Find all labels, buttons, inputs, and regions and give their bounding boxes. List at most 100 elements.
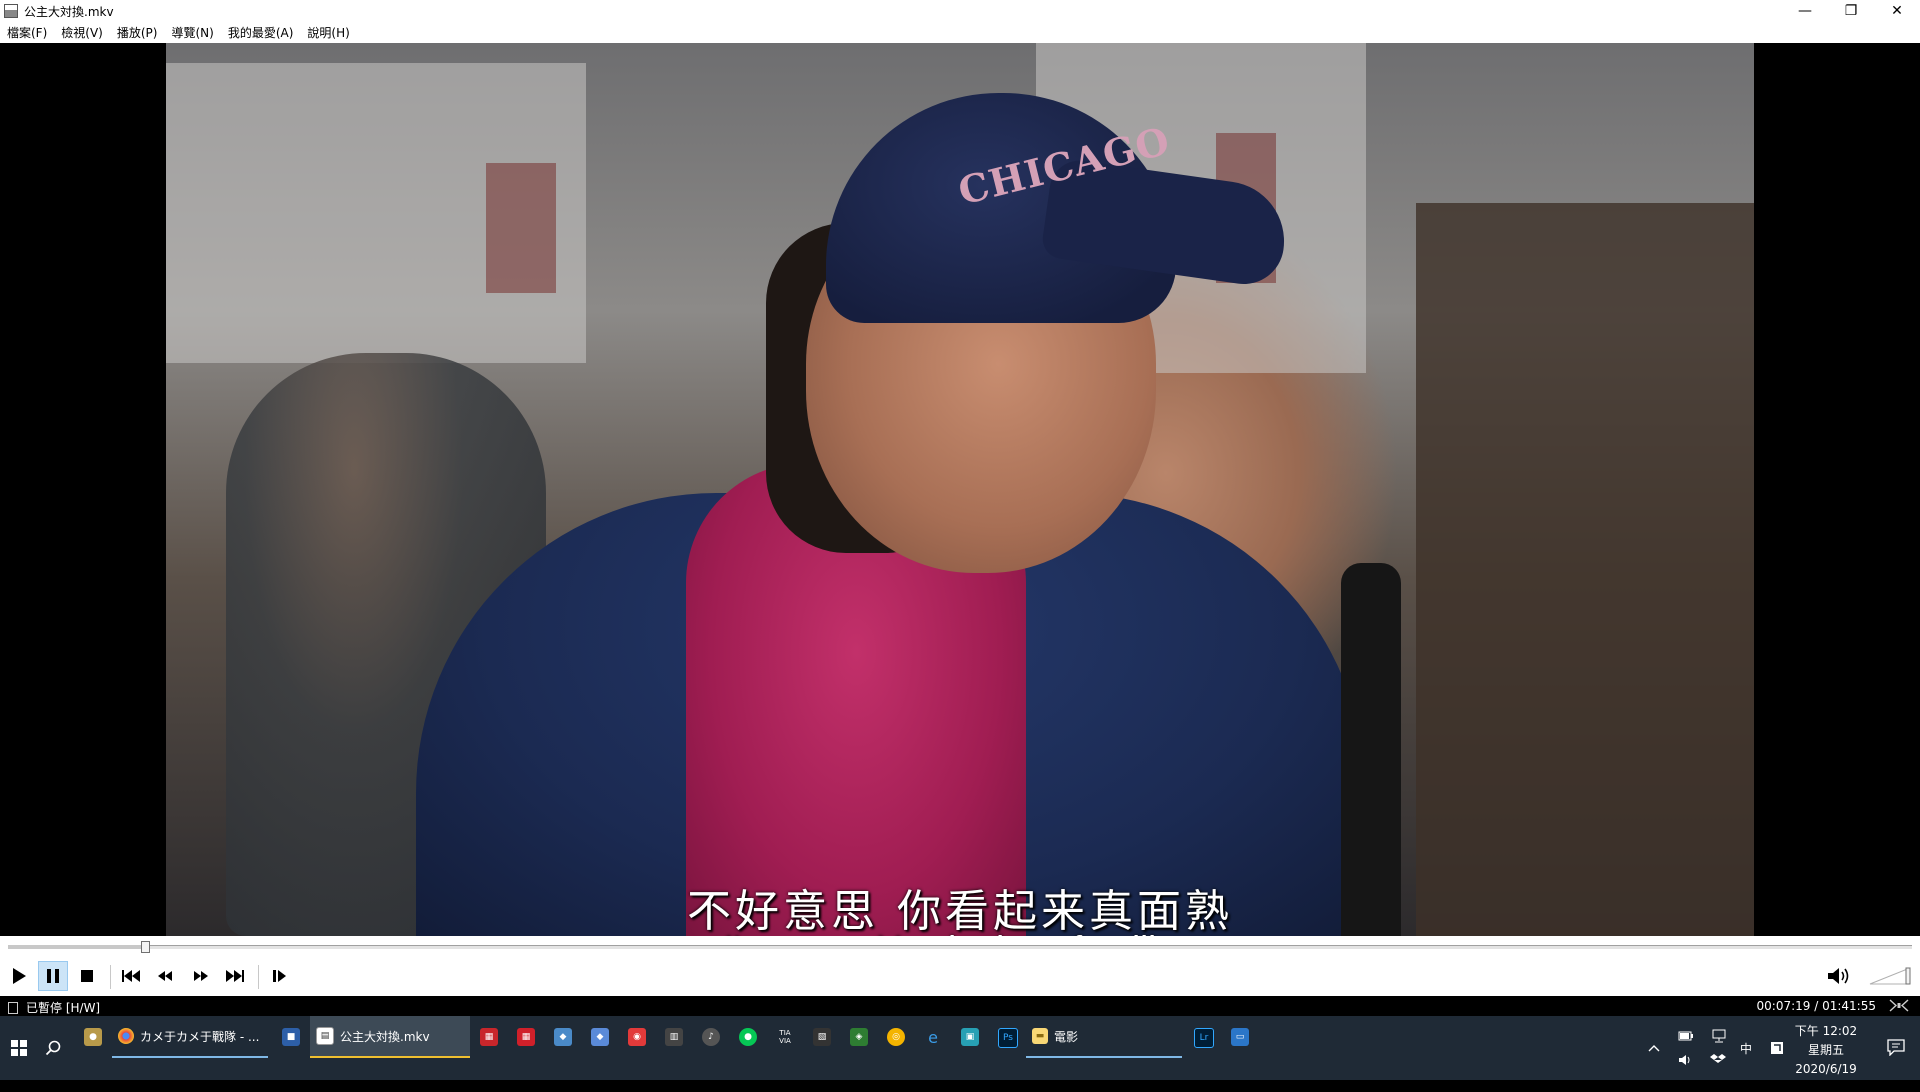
menu-help[interactable]: 說明(H) — [300, 24, 356, 41]
previous-icon — [122, 970, 140, 982]
pause-icon — [47, 969, 59, 983]
music-icon: ♪ — [708, 1032, 714, 1042]
subtitle-chinese: 不好意思 你看起来真面熟 — [687, 886, 1233, 936]
rewind-button[interactable] — [150, 961, 180, 991]
seek-bar[interactable] — [0, 936, 1920, 956]
play-button[interactable] — [4, 961, 34, 991]
tv-app-label: TIA VIA — [779, 1029, 791, 1045]
player-app-icon[interactable] — [4, 4, 18, 18]
playback-time[interactable]: 00:07:19 / 01:41:55 — [1757, 999, 1876, 1013]
ime-mode-icon — [1771, 1042, 1783, 1054]
pinned-app-ie[interactable]: e — [924, 1028, 942, 1047]
pause-button[interactable] — [38, 961, 68, 991]
taskbar-app-label: カメ于カメ于戰隊 - ... — [140, 1029, 260, 1044]
menu-favorites[interactable]: 我的最愛(A) — [221, 24, 301, 41]
network-app-icon: ◆ — [559, 1032, 567, 1042]
taskbar-app-player[interactable]: ▤ 公主大対換.mkv — [310, 1016, 470, 1058]
app-icon: ▦ — [484, 1032, 494, 1042]
taskbar-app-label: 電影 — [1054, 1029, 1079, 1044]
status-bar: 已暫停 [H/W] 00:07:19 / 01:41:55 — [0, 996, 1920, 1016]
video-frame[interactable]: CHICAGO — [166, 43, 1754, 936]
filter-status-icon[interactable] — [1888, 998, 1910, 1013]
previous-button[interactable] — [116, 961, 146, 991]
tray-dropbox[interactable] — [1710, 1028, 1726, 1092]
camera-icon: ◉ — [633, 1032, 641, 1042]
stop-button[interactable] — [72, 961, 102, 991]
clock-time: 下午 12:02 — [1794, 1024, 1858, 1038]
pinned-app-chrome-2[interactable]: ◎ — [887, 1028, 905, 1046]
fast-forward-button[interactable] — [186, 961, 216, 991]
owl-icon: ● — [89, 1032, 97, 1042]
menu-bar: 檔案(F) 檢視(V) 播放(P) 導覽(N) 我的最愛(A) 說明(H) — [0, 22, 1920, 43]
seek-handle[interactable] — [141, 941, 151, 953]
frame-step-button[interactable] — [264, 961, 294, 991]
background-market-stall — [1416, 203, 1754, 936]
menu-navigate[interactable]: 導覽(N) — [164, 24, 220, 41]
mute-button[interactable] — [1824, 961, 1854, 991]
restore-button[interactable]: ❐ — [1828, 0, 1874, 22]
seek-track[interactable] — [8, 941, 1912, 953]
pinned-app-lightroom[interactable]: Lr — [1194, 1028, 1214, 1048]
tray-clock[interactable]: 下午 12:02 星期五 2020/6/19 — [1784, 1022, 1868, 1079]
pinned-app-camera[interactable]: ◉ — [628, 1028, 646, 1046]
document-icon — [8, 1001, 18, 1014]
pinned-app-map[interactable]: ◈ — [850, 1028, 868, 1046]
menu-view[interactable]: 檢視(V) — [54, 24, 110, 41]
background-window — [486, 163, 556, 293]
taskbar-app-explorer[interactable]: ▬ 電影 — [1026, 1016, 1182, 1058]
volume-handle — [1905, 967, 1911, 985]
calculator-icon: ▥ — [669, 1032, 679, 1042]
next-button[interactable] — [220, 961, 250, 991]
volume-slider[interactable] — [1868, 964, 1912, 986]
seek-progress — [8, 945, 146, 949]
menu-file[interactable]: 檔案(F) — [0, 24, 54, 41]
tray-volume[interactable] — [1678, 1028, 1694, 1092]
minimize-button[interactable]: — — [1782, 0, 1828, 22]
pinned-app-remote[interactable]: ▭ — [1231, 1028, 1249, 1046]
remote-desktop-icon: ▭ — [1235, 1032, 1245, 1042]
subtitle-english: I'm sorry. You look so familiar. — [166, 928, 1754, 936]
windows-logo-icon — [11, 1040, 27, 1056]
store-icon: ▣ — [965, 1032, 975, 1042]
pinned-app-red-1[interactable]: ▦ — [480, 1028, 498, 1046]
pinned-app-network-2[interactable]: ◆ — [591, 1028, 609, 1046]
playback-state: 已暫停 [H/W] — [26, 1001, 101, 1015]
pinned-app-owl[interactable]: ● — [84, 1028, 102, 1046]
play-icon — [13, 968, 26, 984]
volume-icon — [1679, 1055, 1690, 1065]
tray-keyboard[interactable] — [1770, 1016, 1784, 1080]
tray-overflow-button[interactable] — [1648, 1016, 1666, 1080]
pinned-app-store[interactable]: ▣ — [961, 1028, 979, 1046]
notification-center-icon[interactable] — [1886, 1038, 1906, 1056]
app-icon: ▦ — [521, 1032, 531, 1042]
start-button[interactable] — [0, 1016, 38, 1080]
pinned-app-line[interactable]: ● — [739, 1028, 757, 1046]
rewind-icon — [158, 971, 172, 981]
speaker-icon — [1828, 968, 1849, 984]
fast-forward-icon — [194, 971, 208, 981]
pinned-app-music[interactable]: ♪ — [702, 1028, 720, 1046]
pinned-app-calculator[interactable]: ▥ — [665, 1028, 683, 1046]
video-area[interactable]: CHICAGO 不好意思 你看起来真面熟 I'm sorry. You look… — [0, 43, 1920, 936]
chevron-up-icon — [1648, 1045, 1660, 1052]
clock-weekday: 星期五 — [1807, 1043, 1844, 1057]
close-button[interactable]: ✕ — [1874, 0, 1920, 22]
chrome-icon — [118, 1028, 134, 1044]
ime-indicator: 中 — [1740, 1041, 1753, 1056]
pinned-app-tv[interactable]: TIA VIA — [776, 1028, 794, 1046]
pinned-app-photos[interactable]: ■ — [282, 1028, 300, 1046]
pinned-app-red-2[interactable]: ▦ — [517, 1028, 535, 1046]
chrome-icon: ◎ — [892, 1032, 900, 1042]
pinned-app-photoshop[interactable]: Ps — [998, 1028, 1018, 1048]
window-controls: — ❐ ✕ — [1782, 0, 1920, 22]
photoshop-icon: Ps — [1003, 1033, 1013, 1043]
pinned-app-network[interactable]: ◆ — [554, 1028, 572, 1046]
menu-play[interactable]: 播放(P) — [110, 24, 165, 41]
tray-ime[interactable]: 中 — [1740, 1016, 1752, 1080]
photos-icon: ■ — [286, 1032, 296, 1042]
search-button[interactable] — [38, 1016, 68, 1080]
lightroom-icon: Lr — [1199, 1033, 1209, 1043]
pinned-app-vr[interactable]: ▧ — [813, 1028, 831, 1046]
taskbar-app-chrome[interactable]: カメ于カメ于戰隊 - ... — [112, 1016, 268, 1058]
frame-step-icon — [273, 970, 286, 982]
